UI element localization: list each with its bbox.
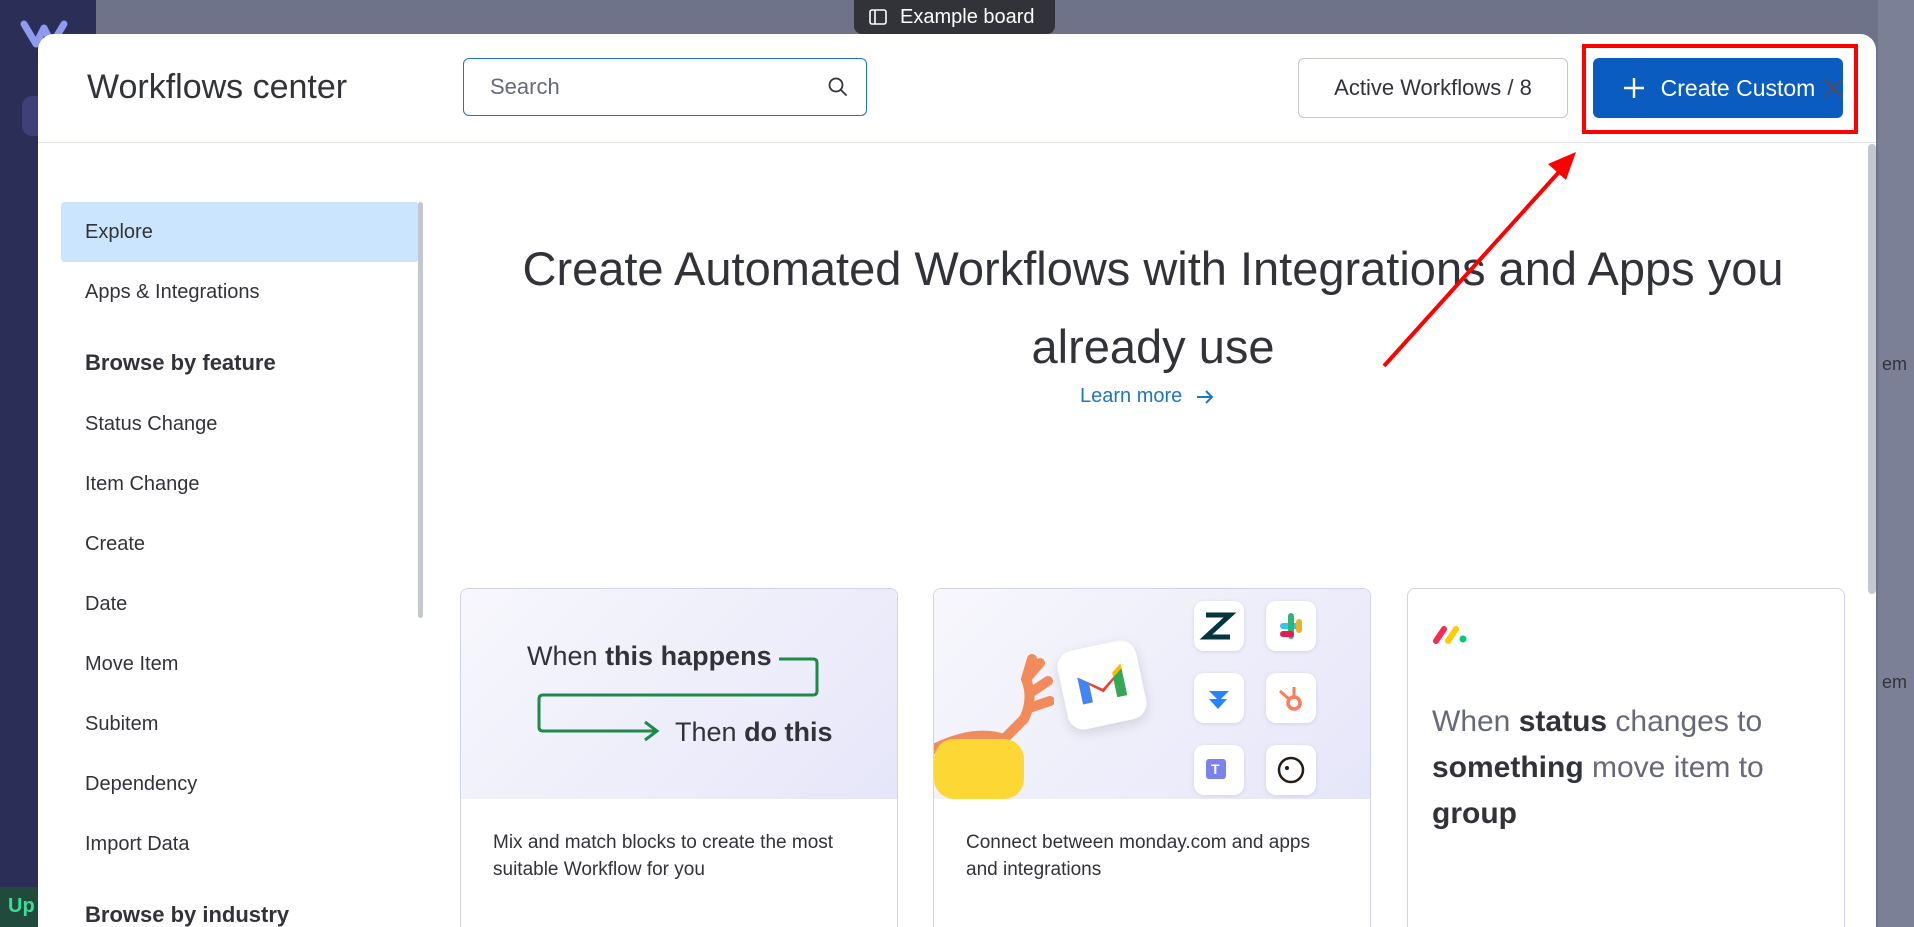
board-right-edge: em em	[1878, 0, 1914, 927]
board-tab-label: Example board	[900, 5, 1035, 28]
flow-diagram-icon	[537, 657, 819, 742]
learn-more-link[interactable]: Learn more	[1080, 385, 1216, 408]
workflow-card-blocks[interactable]: When this happens Then do this Mix and m…	[460, 588, 898, 927]
workflows-sidebar: Explore Apps & Integrations Browse by fe…	[38, 142, 420, 927]
sidebar-toggle-icon	[869, 9, 887, 25]
sentence-bold: something	[1432, 751, 1584, 784]
monday-logo-icon	[1433, 626, 1467, 644]
search-field[interactable]	[463, 58, 867, 116]
hero-title-line: already use	[1031, 320, 1275, 373]
gmail-icon	[1054, 637, 1150, 733]
hand-icon	[934, 654, 1054, 799]
board-tab[interactable]: Example board	[854, 0, 1055, 34]
sentence-part: changes to	[1607, 705, 1763, 738]
card-description: Connect between monday.com and apps and …	[966, 832, 1310, 880]
sidebar-item-move-item[interactable]: Move Item	[61, 634, 419, 694]
active-workflows-button[interactable]: Active Workflows / 8	[1298, 58, 1568, 118]
mailchimp-icon	[1266, 745, 1316, 795]
slack-icon	[1266, 601, 1316, 651]
then-word: Then	[675, 717, 737, 747]
teams-icon: T	[1194, 745, 1244, 795]
search-icon	[828, 77, 847, 96]
sidebar-item-status-change[interactable]: Status Change	[61, 394, 419, 454]
when-bold: this happens	[605, 641, 772, 671]
modal-scrollbar[interactable]	[1868, 144, 1876, 594]
card-illustration: When this happens Then do this	[461, 589, 897, 799]
when-word: When	[527, 641, 598, 671]
sidebar-item-item-change[interactable]: Item Change	[61, 454, 419, 514]
sidebar-item-create[interactable]: Create	[61, 514, 419, 574]
diagram-then-text: Then do this	[675, 717, 833, 748]
card-description: Mix and match blocks to create the most …	[493, 832, 834, 880]
section-heading-industry: Browse by industry	[85, 902, 290, 927]
diagram-when-text: When this happens	[527, 641, 772, 672]
hubspot-icon	[1266, 673, 1316, 723]
hero-title-line: Create Automated Workflows with Integrat…	[522, 242, 1784, 295]
then-bold: do this	[744, 717, 833, 747]
sidebar-item-import-data[interactable]: Import Data	[61, 814, 419, 874]
arrow-right-icon	[1197, 389, 1214, 404]
card-sentence: When status changes to something move it…	[1432, 699, 1832, 837]
annotation-highlight-box	[1582, 44, 1858, 134]
sidebar-item-explore[interactable]: Explore	[61, 202, 419, 262]
svg-text:T: T	[1211, 761, 1220, 777]
board-fragment: em	[1882, 354, 1908, 374]
workflows-center-modal: Workflows center Active Workflows / 8 Cr…	[38, 34, 1876, 927]
zendesk-icon	[1194, 601, 1244, 651]
sidebar-item-dependency[interactable]: Dependency	[61, 754, 419, 814]
sidebar-item-apps-integrations[interactable]: Apps & Integrations	[61, 262, 419, 322]
card-illustration: T	[934, 589, 1370, 799]
learn-more-label: Learn more	[1080, 385, 1183, 407]
board-fragment: em	[1882, 672, 1908, 692]
sentence-part: When	[1432, 705, 1519, 738]
sentence-bold: status	[1518, 705, 1608, 738]
workflow-card-integrations[interactable]: T Connect between monday.com and apps an…	[933, 588, 1371, 927]
sidebar-item-subitem[interactable]: Subitem	[61, 694, 419, 754]
sidebar-scrollbar[interactable]	[418, 202, 423, 618]
section-heading-feature: Browse by feature	[85, 350, 276, 375]
modal-title: Workflows center	[87, 68, 348, 106]
search-input[interactable]	[488, 73, 826, 101]
sidebar-item-date[interactable]: Date	[61, 574, 419, 634]
jira-icon	[1194, 673, 1244, 723]
workflow-card-status-move[interactable]: When status changes to something move it…	[1407, 588, 1845, 927]
sentence-bold: group	[1432, 797, 1517, 830]
sentence-part: move item to	[1583, 751, 1764, 784]
hero-title: Create Automated Workflows with Integrat…	[518, 230, 1788, 386]
